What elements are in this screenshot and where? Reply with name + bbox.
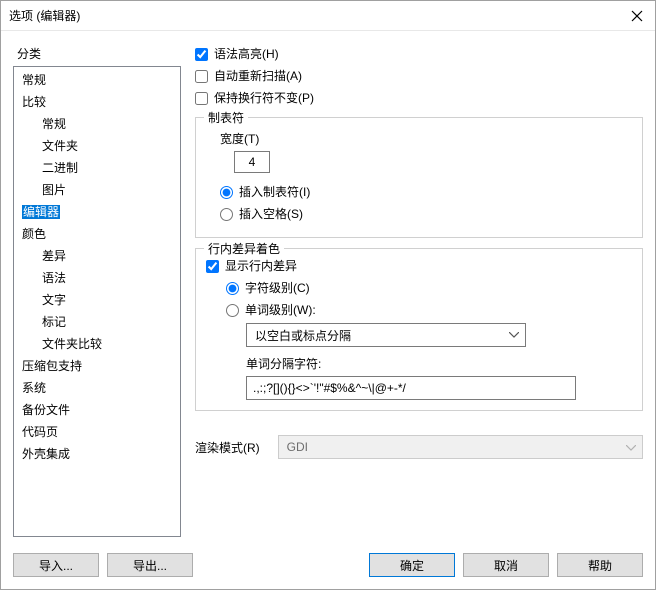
render-mode-value: GDI bbox=[287, 440, 308, 454]
tree-item-13[interactable]: 压缩包支持 bbox=[14, 355, 180, 377]
footer: 导入... 导出... 确定 取消 帮助 bbox=[1, 545, 655, 589]
help-button[interactable]: 帮助 bbox=[557, 553, 643, 577]
insert-spaces-label: 插入空格(S) bbox=[239, 205, 303, 223]
sidebar-header: 分类 bbox=[13, 43, 181, 66]
tree-item-6[interactable]: 编辑器 bbox=[14, 201, 180, 223]
tree-item-9[interactable]: 语法 bbox=[14, 267, 180, 289]
insert-tabs-radio[interactable]: 插入制表符(I) bbox=[220, 183, 632, 201]
tree-item-14[interactable]: 系统 bbox=[14, 377, 180, 399]
word-level-radio[interactable]: 单词级别(W): bbox=[226, 301, 632, 319]
tree-item-4[interactable]: 二进制 bbox=[14, 157, 180, 179]
tab-width-label: 宽度(T) bbox=[220, 130, 632, 147]
preserve-eol-label: 保持换行符不变(P) bbox=[214, 89, 314, 107]
tree-item-3[interactable]: 文件夹 bbox=[14, 135, 180, 157]
tree-item-7[interactable]: 颜色 bbox=[14, 223, 180, 245]
category-tree[interactable]: 常规比较常规文件夹二进制图片编辑器颜色差异语法文字标记文件夹比较压缩包支持系统备… bbox=[13, 66, 181, 537]
export-button[interactable]: 导出... bbox=[107, 553, 193, 577]
tree-item-5[interactable]: 图片 bbox=[14, 179, 180, 201]
syntax-highlight-checkbox[interactable]: 语法高亮(H) bbox=[195, 45, 643, 63]
preserve-eol-checkbox[interactable]: 保持换行符不变(P) bbox=[195, 89, 643, 107]
tab-group-title: 制表符 bbox=[204, 109, 248, 126]
chevron-down-icon bbox=[509, 332, 519, 338]
insert-tabs-input[interactable] bbox=[220, 186, 233, 199]
tree-item-2[interactable]: 常规 bbox=[14, 113, 180, 135]
show-inline-checkbox[interactable]: 显示行内差异 bbox=[206, 257, 632, 275]
preserve-eol-input[interactable] bbox=[195, 92, 208, 105]
syntax-highlight-input[interactable] bbox=[195, 48, 208, 61]
auto-rescan-label: 自动重新扫描(A) bbox=[214, 67, 302, 85]
options-window: 选项 (编辑器) 分类 常规比较常规文件夹二进制图片编辑器颜色差异语法文字标记文… bbox=[0, 0, 656, 590]
syntax-highlight-label: 语法高亮(H) bbox=[214, 45, 279, 63]
tree-item-12[interactable]: 文件夹比较 bbox=[14, 333, 180, 355]
char-level-label: 字符级别(C) bbox=[245, 279, 310, 297]
render-mode-select: GDI bbox=[278, 435, 643, 459]
tab-group: 制表符 宽度(T) 插入制表符(I) 插入空格(S) bbox=[195, 117, 643, 238]
tree-item-10[interactable]: 文字 bbox=[14, 289, 180, 311]
chevron-down-icon bbox=[626, 440, 636, 454]
insert-spaces-input[interactable] bbox=[220, 208, 233, 221]
inline-diff-title: 行内差异着色 bbox=[204, 240, 284, 257]
tree-item-17[interactable]: 外壳集成 bbox=[14, 443, 180, 465]
insert-tabs-label: 插入制表符(I) bbox=[239, 183, 310, 201]
import-button[interactable]: 导入... bbox=[13, 553, 99, 577]
cancel-button[interactable]: 取消 bbox=[463, 553, 549, 577]
render-mode-label: 渲染模式(R) bbox=[195, 439, 260, 456]
word-level-label: 单词级别(W): bbox=[245, 301, 316, 319]
break-type-select[interactable]: 以空白或标点分隔 bbox=[246, 323, 526, 347]
content-area: 分类 常规比较常规文件夹二进制图片编辑器颜色差异语法文字标记文件夹比较压缩包支持… bbox=[1, 31, 655, 545]
auto-rescan-input[interactable] bbox=[195, 70, 208, 83]
titlebar: 选项 (编辑器) bbox=[1, 1, 655, 31]
main-panel: 语法高亮(H) 自动重新扫描(A) 保持换行符不变(P) 制表符 宽度(T) 插… bbox=[195, 43, 643, 537]
tab-width-input[interactable] bbox=[234, 151, 270, 173]
tree-item-15[interactable]: 备份文件 bbox=[14, 399, 180, 421]
show-inline-input[interactable] bbox=[206, 260, 219, 273]
insert-spaces-radio[interactable]: 插入空格(S) bbox=[220, 205, 632, 223]
render-mode-row: 渲染模式(R) GDI bbox=[195, 435, 643, 459]
sidebar: 分类 常规比较常规文件夹二进制图片编辑器颜色差异语法文字标记文件夹比较压缩包支持… bbox=[13, 43, 181, 537]
tree-item-8[interactable]: 差异 bbox=[14, 245, 180, 267]
char-level-radio[interactable]: 字符级别(C) bbox=[226, 279, 632, 297]
char-level-input[interactable] bbox=[226, 282, 239, 295]
ok-button[interactable]: 确定 bbox=[369, 553, 455, 577]
window-title: 选项 (编辑器) bbox=[9, 7, 80, 24]
tree-item-16[interactable]: 代码页 bbox=[14, 421, 180, 443]
tree-item-1[interactable]: 比较 bbox=[14, 91, 180, 113]
inline-diff-group: 行内差异着色 显示行内差异 字符级别(C) 单词级别(W): 以空白或标点分隔 bbox=[195, 248, 643, 411]
tree-item-11[interactable]: 标记 bbox=[14, 311, 180, 333]
tree-item-0[interactable]: 常规 bbox=[14, 69, 180, 91]
word-level-input[interactable] bbox=[226, 304, 239, 317]
break-chars-label: 单词分隔字符: bbox=[246, 355, 632, 372]
break-chars-input[interactable] bbox=[246, 376, 576, 400]
break-type-value: 以空白或标点分隔 bbox=[255, 327, 351, 344]
auto-rescan-checkbox[interactable]: 自动重新扫描(A) bbox=[195, 67, 643, 85]
show-inline-label: 显示行内差异 bbox=[225, 257, 297, 275]
close-icon[interactable] bbox=[631, 10, 645, 22]
